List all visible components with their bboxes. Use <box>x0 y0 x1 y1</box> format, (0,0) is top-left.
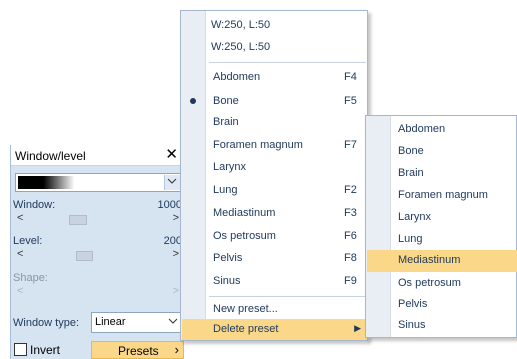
menu-item-label: Abdomen <box>213 71 261 83</box>
window-type-select[interactable]: Linear <box>91 312 183 333</box>
invert-checkbox[interactable] <box>14 343 27 356</box>
window-value: 1000 <box>157 199 182 211</box>
menu-item-shortcut: F9 <box>344 275 357 287</box>
lut-gradient-dropdown[interactable] <box>15 173 182 192</box>
scroll-left-icon: < <box>17 285 24 297</box>
menu-item-label: Lung <box>398 233 423 245</box>
delete-preset-submenu: Abdomen Bone Brain Foramen magnum Larynx… <box>365 115 517 338</box>
menu-item-label: Sinus <box>213 275 241 287</box>
menu-item-bone[interactable]: Bone F5 <box>182 91 367 112</box>
menu-item-abdomen[interactable]: Abdomen F4 <box>182 67 367 88</box>
level-scroll-thumb[interactable] <box>76 251 93 261</box>
menu-item-label: New preset... <box>213 303 278 315</box>
menu-item-recent[interactable]: W:250, L:50 <box>182 37 367 58</box>
submenu-item-sinus[interactable]: Sinus <box>367 315 517 337</box>
menu-item-label: Foramen magnum <box>398 189 488 201</box>
menu-item-label: Os petrosum <box>213 230 276 242</box>
menu-item-shortcut: F4 <box>344 71 357 83</box>
chevron-right-icon: › <box>174 342 179 357</box>
chevron-down-icon[interactable] <box>164 175 180 190</box>
menu-item-delete-preset[interactable]: Delete preset ▶ <box>182 319 367 340</box>
level-label: Level: <box>13 235 43 247</box>
close-icon[interactable]: ✕ <box>165 146 178 164</box>
submenu-item-bone[interactable]: Bone <box>367 141 517 163</box>
shape-scrollbar: < > <box>14 285 182 299</box>
menu-item-label: Abdomen <box>398 123 446 135</box>
menu-item-label: Foramen magnum <box>213 139 303 151</box>
menu-item-shortcut: F2 <box>344 184 357 196</box>
invert-label: Invert <box>30 343 61 357</box>
menu-item-label: Bone <box>213 95 239 107</box>
menu-item-mediastinum[interactable]: Mediastinum F3 <box>182 203 367 224</box>
window-label: Window: <box>13 199 56 211</box>
window-scrollbar[interactable]: < > <box>14 212 182 226</box>
scroll-left-icon[interactable]: < <box>17 212 23 224</box>
presets-label: Presets <box>118 344 159 358</box>
window-type-value: Linear <box>95 316 126 328</box>
submenu-arrow-icon: ▶ <box>354 323 361 333</box>
menu-item-brain[interactable]: Brain <box>182 112 367 133</box>
menu-item-sinus[interactable]: Sinus F9 <box>182 271 367 292</box>
window-level-panel: Window/level ✕ Window: 1000 < > Level: 2… <box>10 145 185 359</box>
menu-item-label: Mediastinum <box>213 207 276 219</box>
menu-item-shortcut: F7 <box>344 139 357 151</box>
panel-title: Window/level <box>15 149 86 163</box>
shape-label: Shape: <box>13 272 48 284</box>
submenu-item-foramen-magnum[interactable]: Foramen magnum <box>367 185 517 207</box>
menu-item-foramen-magnum[interactable]: Foramen magnum F7 <box>182 135 367 156</box>
scroll-right-icon[interactable]: > <box>173 212 179 224</box>
scroll-left-icon[interactable]: < <box>17 248 23 260</box>
menu-item-label: W:250, L:50 <box>211 41 271 53</box>
menu-item-pelvis[interactable]: Pelvis F8 <box>182 248 367 269</box>
menu-separator <box>209 296 366 297</box>
presets-button[interactable]: Presets › <box>91 341 184 359</box>
submenu-item-larynx[interactable]: Larynx <box>367 207 517 229</box>
menu-item-label: Brain <box>398 167 424 179</box>
menu-item-label: Os petrosum <box>398 277 461 289</box>
menu-item-shortcut: F5 <box>344 95 357 107</box>
menu-item-os-petrosum[interactable]: Os petrosum F6 <box>182 226 367 247</box>
menu-item-label: W:250, L:50 <box>211 19 271 31</box>
menu-item-label: Delete preset <box>213 323 279 335</box>
panel-title-bar: Window/level ✕ <box>11 145 185 166</box>
menu-item-label: Pelvis <box>213 252 243 264</box>
menu-item-larynx[interactable]: Larynx <box>182 157 367 178</box>
menu-item-shortcut: F6 <box>344 230 357 242</box>
submenu-item-brain[interactable]: Brain <box>367 163 517 185</box>
menu-item-label: Lung <box>213 184 238 196</box>
scroll-right-icon[interactable]: > <box>173 248 179 260</box>
menu-separator <box>209 62 366 63</box>
menu-item-label: Mediastinum <box>398 254 461 266</box>
window-scroll-thumb[interactable] <box>69 215 87 225</box>
menu-item-new-preset[interactable]: New preset... <box>182 299 367 320</box>
menu-item-label: Larynx <box>213 161 247 173</box>
submenu-item-lung[interactable]: Lung <box>367 229 517 251</box>
scroll-right-icon: > <box>172 285 179 297</box>
menu-item-label: Bone <box>398 145 424 157</box>
menu-item-shortcut: F3 <box>344 207 357 219</box>
menu-item-label: Sinus <box>398 319 426 331</box>
menu-item-label: Brain <box>213 116 239 128</box>
submenu-item-os-petrosum[interactable]: Os petrosum <box>367 273 517 295</box>
submenu-item-pelvis[interactable]: Pelvis <box>367 294 517 316</box>
menu-item-recent[interactable]: W:250, L:50 <box>182 15 367 36</box>
level-scrollbar[interactable]: < > <box>14 248 182 262</box>
menu-item-label: Pelvis <box>398 298 428 310</box>
chevron-down-icon[interactable] <box>167 314 179 331</box>
menu-item-label: Larynx <box>398 211 432 223</box>
presets-menu: W:250, L:50 W:250, L:50 Abdomen F4 Bone … <box>180 10 368 341</box>
menu-item-shortcut: F8 <box>344 252 357 264</box>
window-type-label: Window type: <box>13 317 80 329</box>
menu-item-lung[interactable]: Lung F2 <box>182 180 367 201</box>
submenu-item-abdomen[interactable]: Abdomen <box>367 119 517 141</box>
lut-gradient-preview <box>18 176 159 189</box>
selected-bullet-icon <box>190 98 196 104</box>
submenu-item-mediastinum[interactable]: Mediastinum <box>367 250 517 272</box>
